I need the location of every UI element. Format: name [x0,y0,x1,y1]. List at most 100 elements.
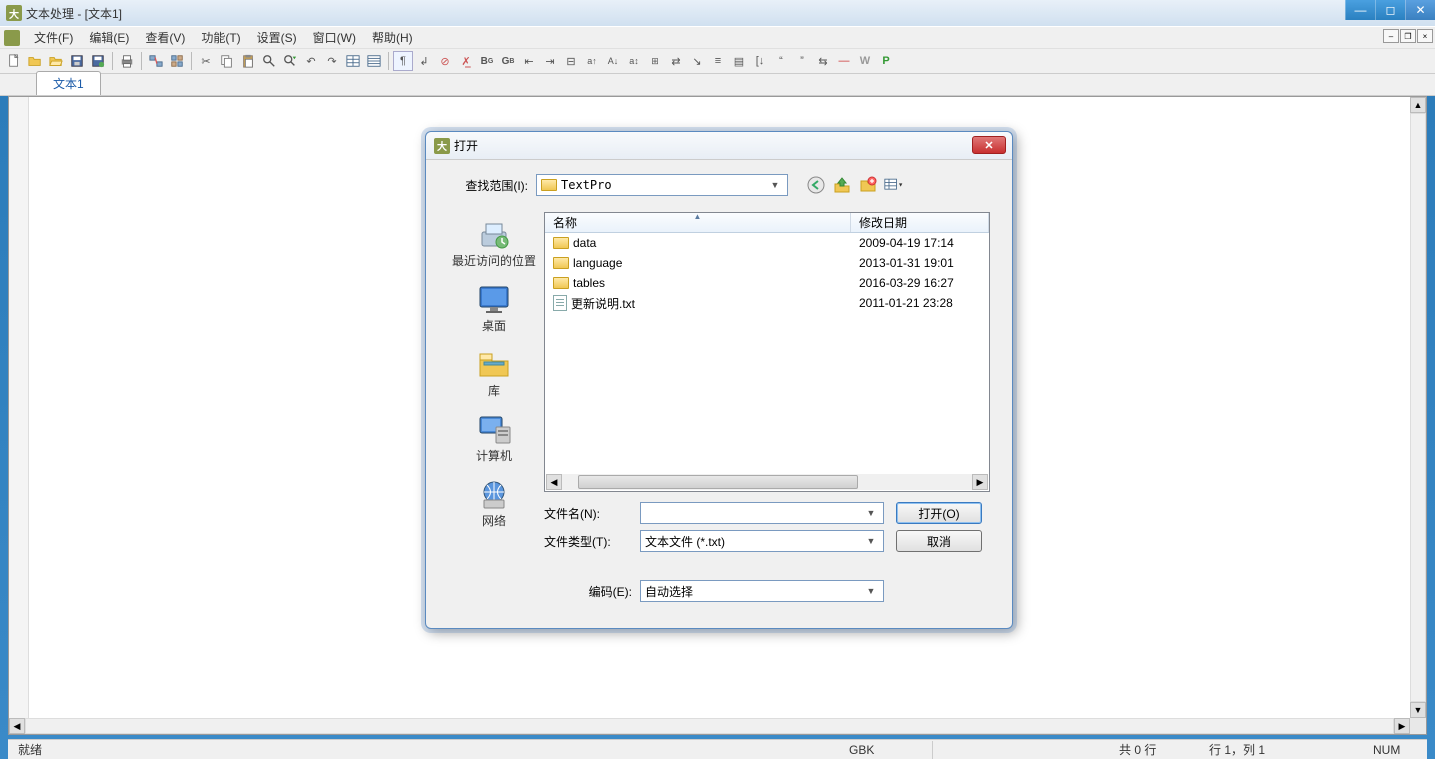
tb-indent2-icon[interactable]: ⇥ [540,51,560,71]
tb-paste-icon[interactable] [238,51,258,71]
tb-swap-icon[interactable]: ⇆ [813,51,833,71]
tab-doc1[interactable]: 文本1 [36,71,101,95]
encoding-combo[interactable]: 自动选择 ▼ [640,580,884,602]
close-button[interactable]: ✕ [1405,0,1435,20]
tb-quote2-icon[interactable]: ” [792,51,812,71]
menu-settings[interactable]: 设置(S) [249,27,305,48]
tb-conv1-icon[interactable]: ⇄ [666,51,686,71]
tb-undo-icon[interactable]: ↶ [301,51,321,71]
file-row[interactable]: language 2013-01-31 19:01 [545,253,989,273]
maximize-button[interactable]: ◻ [1375,0,1405,20]
chevron-down-icon[interactable]: ▼ [767,180,783,190]
tb-block-icon[interactable]: ▤ [729,51,749,71]
minimize-button[interactable]: — [1345,0,1375,20]
menu-view[interactable]: 查看(V) [137,27,193,48]
mdi-restore-button[interactable]: ❐ [1400,29,1416,43]
file-row[interactable]: data 2009-04-19 17:14 [545,233,989,253]
menu-window[interactable]: 窗口(W) [305,27,364,48]
tb-indent1-icon[interactable]: ⇤ [519,51,539,71]
tb-clear-icon[interactable]: ⊘ [435,51,455,71]
nav-back-icon[interactable] [806,175,826,195]
tb-bracket-icon[interactable]: [↓ [750,51,770,71]
tb-quote1-icon[interactable]: “ [771,51,791,71]
tb-open-icon[interactable] [25,51,45,71]
encoding-label: 编码(E): [544,583,640,600]
tb-lines-icon[interactable]: ≡ [708,51,728,71]
editor-vscroll[interactable]: ▲ ▼ [1410,97,1426,718]
hscroll-track[interactable] [858,474,972,490]
tb-print-icon[interactable] [117,51,137,71]
chevron-down-icon[interactable]: ▼ [863,586,879,596]
hscroll-thumb[interactable] [578,475,858,489]
scroll-up-icon[interactable]: ▲ [1410,97,1426,113]
column-header-name[interactable]: 名称 ▲ [545,213,851,232]
filelist-hscroll[interactable]: ◀ ▶ [546,474,988,490]
place-network[interactable]: 网络 [446,472,542,535]
scroll-left-icon[interactable]: ◀ [9,718,25,734]
mdi-close-button[interactable]: × [1417,29,1433,43]
tb-bg-icon[interactable]: BG [477,51,497,71]
scroll-right-icon[interactable]: ▶ [1394,718,1410,734]
tb-gb-icon[interactable]: GB [498,51,518,71]
chevron-down-icon[interactable]: ▼ [863,536,879,546]
place-computer[interactable]: 计算机 [446,407,542,470]
tb-saveas-icon[interactable] [88,51,108,71]
tb-save-icon[interactable] [67,51,87,71]
tb-separator [141,52,142,70]
filename-input[interactable]: ▼ [640,502,884,524]
scroll-right-icon[interactable]: ▶ [972,474,988,490]
tb-sort2-icon[interactable]: ⊞ [645,51,665,71]
file-name: data [573,236,596,250]
place-recent[interactable]: 最近访问的位置 [446,212,542,275]
tb-cut-icon[interactable]: ✂ [196,51,216,71]
editor-hscroll[interactable]: ◀ ▶ [9,718,1410,734]
menu-help[interactable]: 帮助(H) [364,27,421,48]
tb-copy-icon[interactable] [217,51,237,71]
menu-edit[interactable]: 编辑(E) [81,27,137,48]
computer-icon [476,413,512,445]
tb-wrap-icon[interactable]: ↲ [414,51,434,71]
tb-open2-icon[interactable] [46,51,66,71]
file-row[interactable]: tables 2016-03-29 16:27 [545,273,989,293]
nav-newfolder-icon[interactable] [858,175,878,195]
nav-viewmenu-icon[interactable] [884,175,904,195]
tb-tool1-icon[interactable] [146,51,166,71]
tb-delline-icon[interactable]: — [834,51,854,71]
nav-up-icon[interactable] [832,175,852,195]
dialog-titlebar[interactable]: 大 打开 ✕ [426,132,1012,160]
tb-sort1-icon[interactable]: a↕ [624,51,644,71]
tb-new-icon[interactable] [4,51,24,71]
menu-tools[interactable]: 功能(T) [193,27,248,48]
hscroll-track[interactable] [25,718,1394,734]
dialog-close-button[interactable]: ✕ [972,136,1006,154]
tb-case1-icon[interactable]: a↑ [582,51,602,71]
place-desktop[interactable]: 桌面 [446,277,542,340]
column-header-date[interactable]: 修改日期 [851,213,989,232]
scroll-down-icon[interactable]: ▼ [1410,702,1426,718]
filetype-combo[interactable]: 文本文件 (*.txt) ▼ [640,530,884,552]
tb-case2-icon[interactable]: A↓ [603,51,623,71]
open-button[interactable]: 打开(O) [896,502,982,524]
tb-table-icon[interactable] [343,51,363,71]
tb-tool2-icon[interactable] [167,51,187,71]
tb-find-icon[interactable] [259,51,279,71]
tb-align1-icon[interactable]: ⊟ [561,51,581,71]
cancel-button[interactable]: 取消 [896,530,982,552]
tb-list-icon[interactable] [364,51,384,71]
place-libraries[interactable]: 库 [446,342,542,405]
tb-w-icon[interactable]: W [855,51,875,71]
window-title: 文本处理 - [文本1] [26,5,122,22]
mdi-minimize-button[interactable]: – [1383,29,1399,43]
tb-p-icon[interactable]: P [876,51,896,71]
chevron-down-icon[interactable]: ▼ [863,508,879,518]
file-row[interactable]: 更新说明.txt 2011-01-21 23:28 [545,293,989,313]
scroll-left-icon[interactable]: ◀ [546,474,562,490]
tb-conv2-icon[interactable]: ↘ [687,51,707,71]
tb-paragraph-icon[interactable]: ¶ [393,51,413,71]
tb-findnext-icon[interactable] [280,51,300,71]
tb-redo-icon[interactable]: ↷ [322,51,342,71]
lookin-combo[interactable]: TextPro ▼ [536,174,788,196]
menu-file[interactable]: 文件(F) [26,27,81,48]
vscroll-track[interactable] [1410,113,1426,702]
tb-fmt1-icon[interactable]: ✗̲ [456,51,476,71]
